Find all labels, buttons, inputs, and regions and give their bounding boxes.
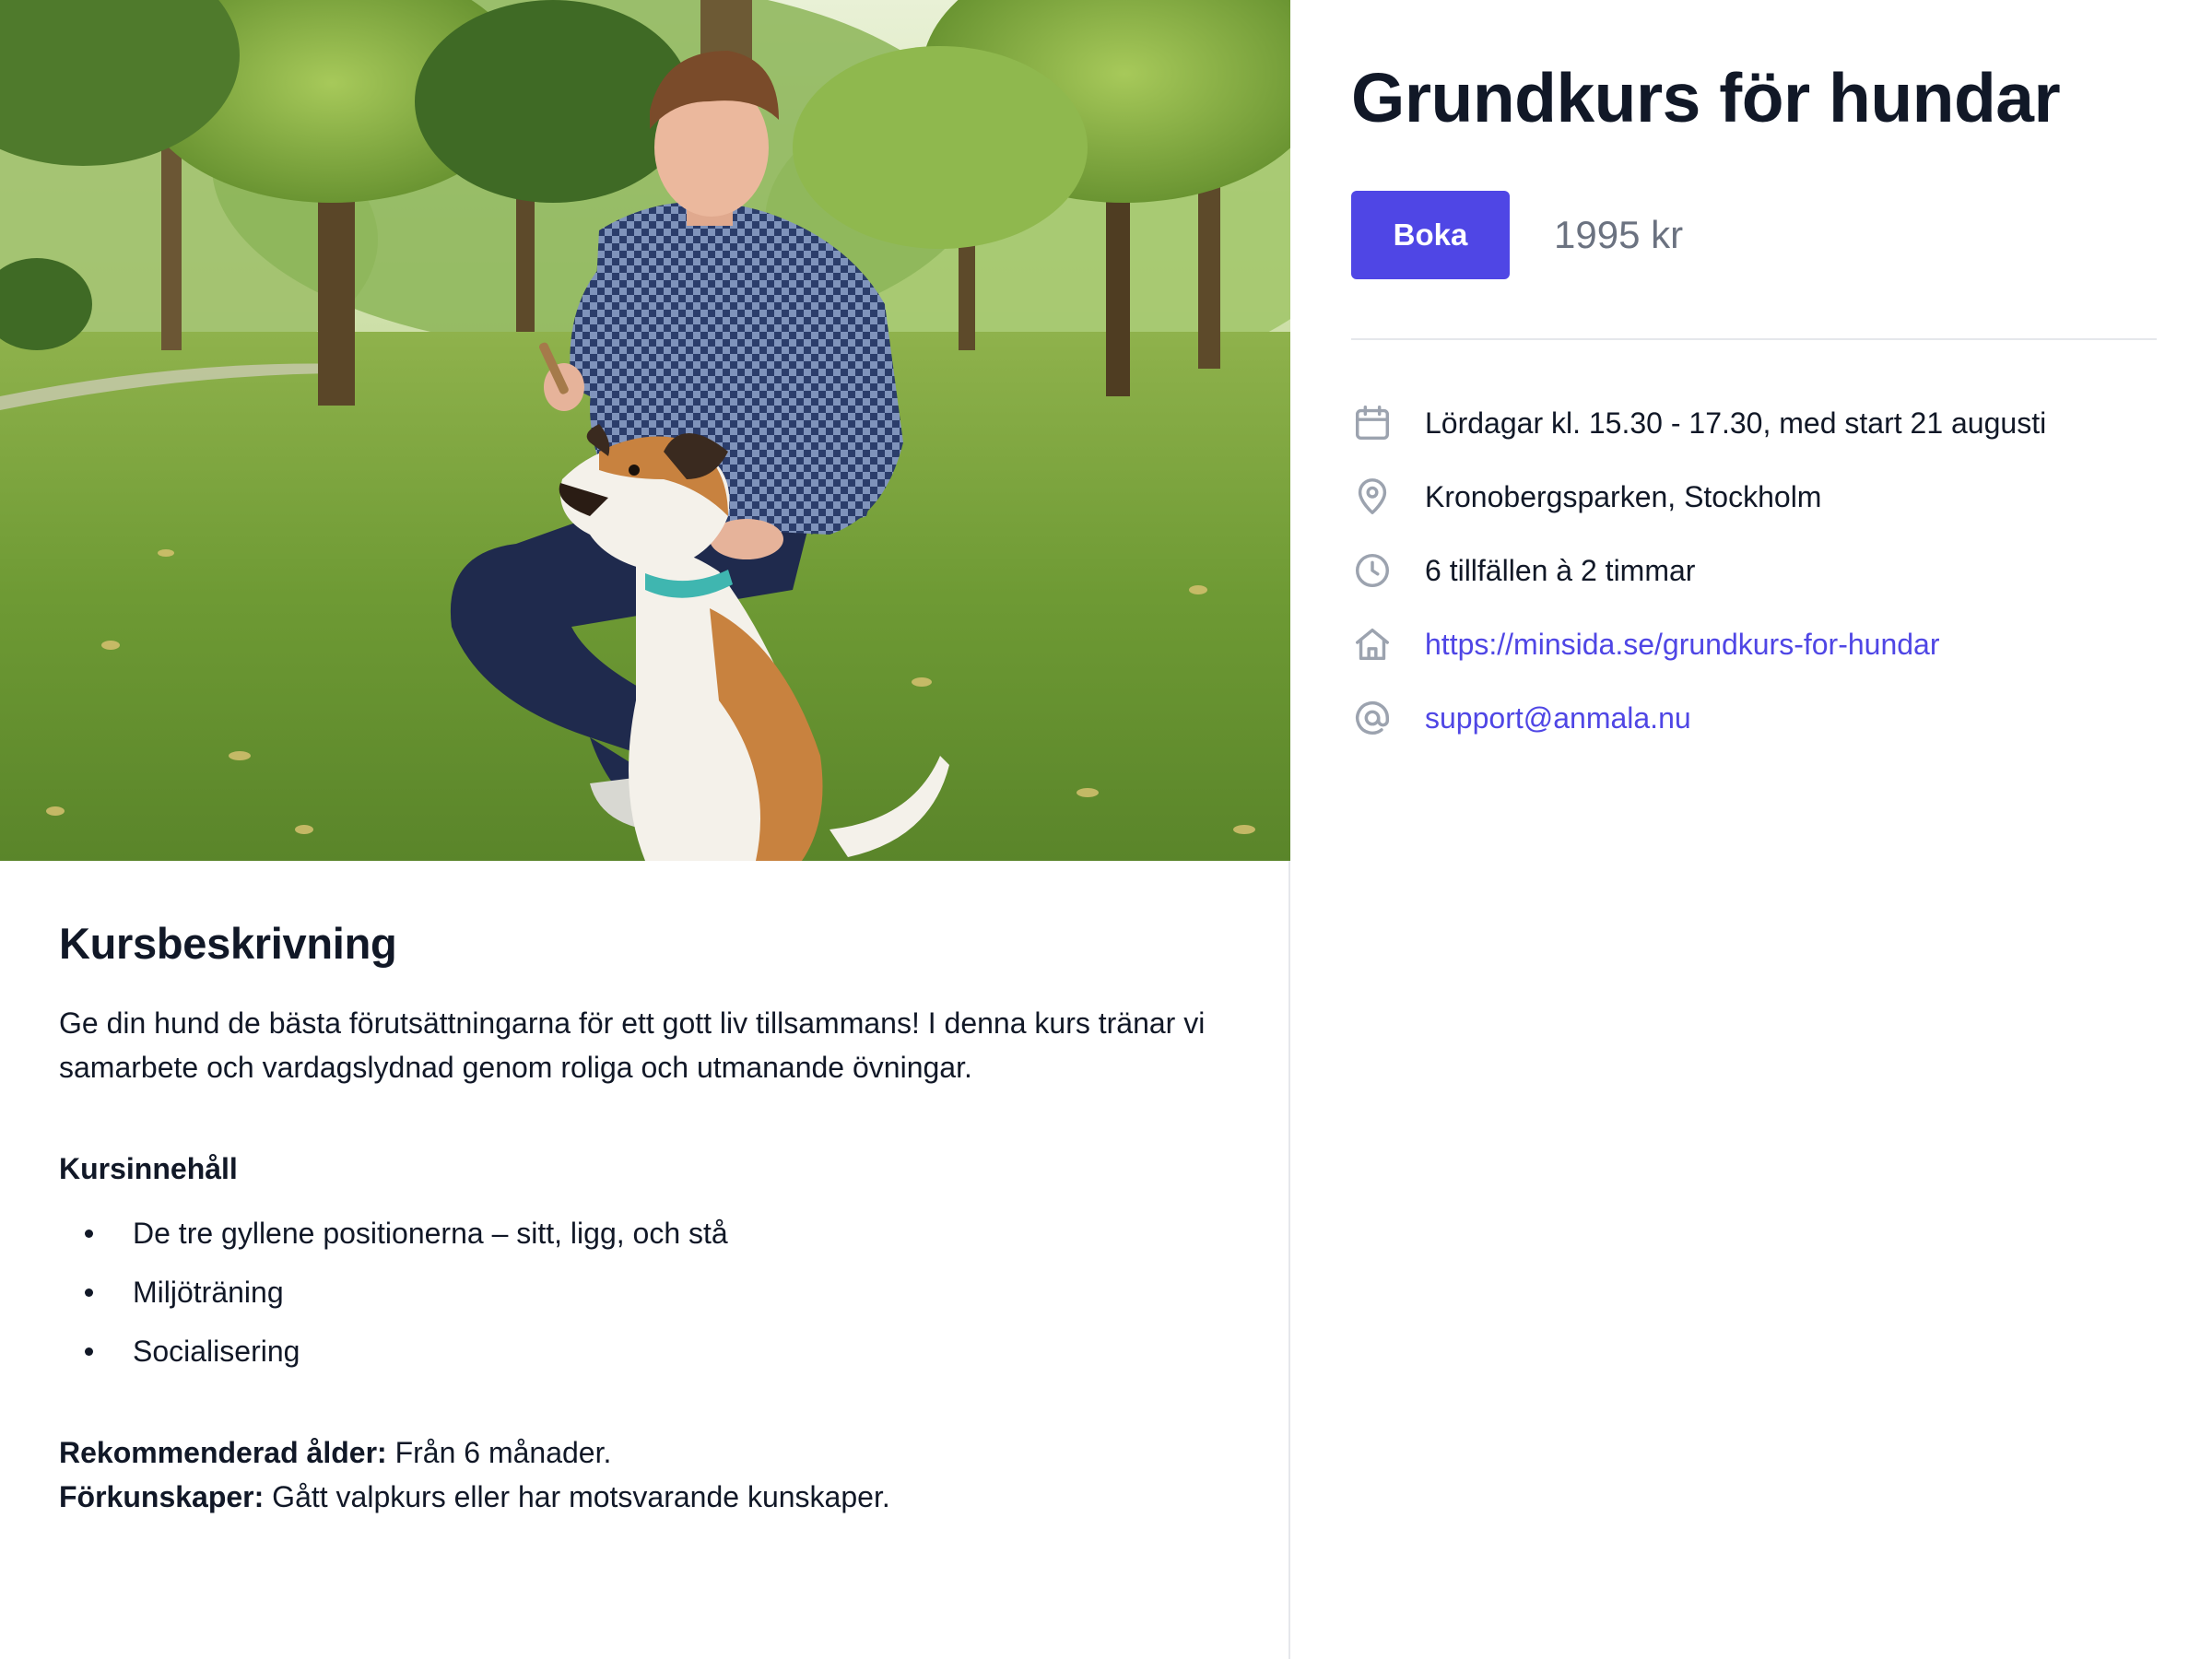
- list-item-text: De tre gyllene positionerna – sitt, ligg…: [133, 1217, 728, 1250]
- course-meta: Rekommenderad ålder: Från 6 månader. För…: [59, 1430, 1231, 1519]
- at-sign-icon: [1351, 697, 1394, 739]
- booking-row: Boka 1995 kr: [1351, 191, 2162, 279]
- list-item: Miljöträning: [59, 1270, 1231, 1314]
- course-title: Grundkurs för hundar: [1351, 59, 2061, 136]
- detail-location: Kronobergsparken, Stockholm: [1351, 460, 2162, 534]
- prerequisites-value: Gått valpkurs eller har motsvarande kuns…: [264, 1480, 890, 1513]
- detail-schedule-text: Lördagar kl. 15.30 - 17.30, med start 21…: [1425, 406, 2047, 440]
- book-button[interactable]: Boka: [1351, 191, 1510, 279]
- bullet-icon: [85, 1230, 93, 1238]
- home-icon: [1351, 623, 1394, 665]
- detail-email: support@anmala.nu: [1351, 681, 2162, 755]
- bullet-icon: [85, 1347, 93, 1356]
- website-link[interactable]: https://minsida.se/grundkurs-for-hundar: [1425, 628, 1939, 662]
- list-item-text: Miljöträning: [133, 1276, 284, 1309]
- list-item: De tre gyllene positionerna – sitt, ligg…: [59, 1211, 1231, 1255]
- booking-panel: Grundkurs för hundar Boka 1995 kr Lördag…: [1351, 0, 2162, 770]
- park-scene-illustration: [0, 0, 1290, 861]
- divider: [1351, 338, 2157, 340]
- clock-icon: [1351, 549, 1394, 592]
- email-link[interactable]: support@anmala.nu: [1425, 701, 1691, 735]
- description-text: Ge din hund de bästa förutsättningarna f…: [59, 1006, 1206, 1084]
- recommended-age-value: Från 6 månader.: [386, 1436, 612, 1469]
- detail-schedule: Lördagar kl. 15.30 - 17.30, med start 21…: [1351, 386, 2162, 460]
- calendar-icon: [1351, 402, 1394, 444]
- course-price: 1995 kr: [1554, 213, 1684, 256]
- course-content-list: De tre gyllene positionerna – sitt, ligg…: [59, 1211, 1231, 1373]
- list-item: Socialisering: [59, 1329, 1231, 1373]
- recommended-age-label: Rekommenderad ålder:: [59, 1436, 387, 1469]
- left-column: Kursbeskrivning Ge din hund de bästa för…: [0, 0, 1290, 1659]
- hero-image: [0, 0, 1290, 861]
- description-heading: Kursbeskrivning: [59, 919, 397, 968]
- bullet-icon: [85, 1288, 93, 1297]
- course-page: Kursbeskrivning Ge din hund de bästa för…: [0, 0, 2212, 1659]
- detail-location-text: Kronobergsparken, Stockholm: [1425, 479, 1822, 513]
- list-item-text: Socialisering: [133, 1335, 300, 1368]
- prerequisites-label: Förkunskaper:: [59, 1480, 265, 1513]
- recommended-age: Rekommenderad ålder: Från 6 månader.: [59, 1430, 1231, 1475]
- course-content-heading: Kursinnehåll: [59, 1152, 238, 1185]
- detail-website: https://minsida.se/grundkurs-for-hundar: [1351, 607, 2162, 681]
- detail-duration-text: 6 tillfällen à 2 timmar: [1425, 553, 1696, 587]
- prerequisites: Förkunskaper: Gått valpkurs eller har mo…: [59, 1475, 1231, 1519]
- detail-duration: 6 tillfällen à 2 timmar: [1351, 534, 2162, 607]
- course-description: Kursbeskrivning Ge din hund de bästa för…: [59, 912, 1231, 1519]
- course-details-list: Lördagar kl. 15.30 - 17.30, med start 21…: [1351, 386, 2162, 755]
- location-pin-icon: [1351, 476, 1394, 518]
